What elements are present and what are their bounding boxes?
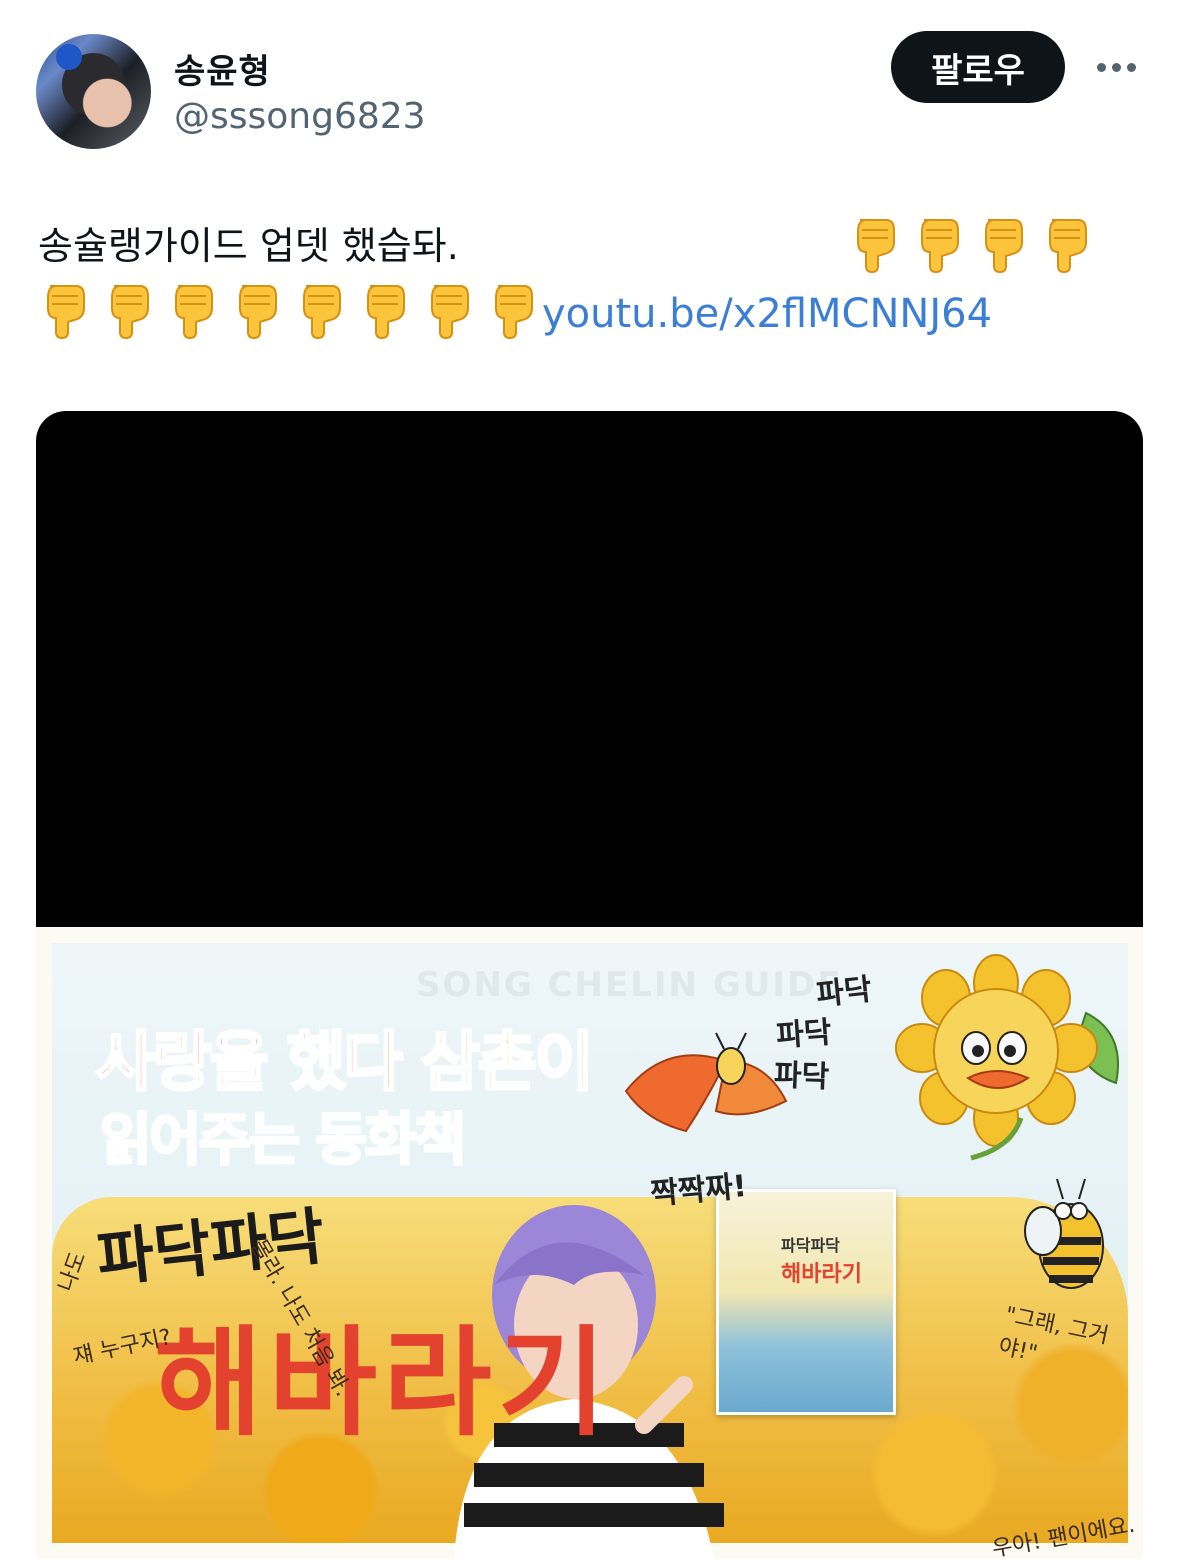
- emoji-row-2: [38, 280, 550, 344]
- user-avatar[interactable]: [36, 34, 151, 149]
- user-handle[interactable]: @sssong6823: [174, 96, 426, 137]
- storybook-cover: 파닥파닥 해바라기: [716, 1189, 896, 1415]
- tweet-header: 송윤형 @sssong6823 팔로우: [0, 0, 1179, 170]
- bee-character: [1024, 1178, 1104, 1289]
- pointing-down-hand-icon: [102, 280, 166, 344]
- pointing-down-hand-icon: [166, 280, 230, 344]
- follow-button[interactable]: 팔로우: [891, 31, 1065, 103]
- pointing-down-hand-icon: [230, 280, 294, 344]
- emoji-row-1: [848, 214, 1104, 278]
- pointing-down-hand-icon: [976, 214, 1040, 278]
- book-cover-title: 파닥파닥 해바라기: [781, 1236, 862, 1287]
- more-options-icon[interactable]: [1092, 55, 1140, 79]
- thumbnail-title-line2: 읽어주는 동화책: [98, 1107, 467, 1175]
- avatar-detail: [56, 44, 82, 70]
- video-thumbnail[interactable]: SONG CHELIN GUIDE 파닥파닥 해바라기 사랑을 했다 삼촌이 읽…: [36, 927, 1143, 1559]
- tweet-text: 송슐랭가이드 업뎃 했습돠.: [38, 224, 459, 268]
- thumbnail-title-line1: 사랑을 했다 삼촌이: [95, 1025, 596, 1102]
- sunflower-character: [895, 954, 1119, 1161]
- pointing-down-hand-icon: [912, 214, 976, 278]
- sfx-text: 파닥: [773, 1058, 830, 1095]
- butterfly-character: [624, 1032, 788, 1133]
- pointing-down-hand-icon: [422, 280, 486, 344]
- story-title: 해바라기: [154, 1314, 613, 1452]
- pointing-down-hand-icon: [848, 214, 912, 278]
- pointing-down-hand-icon: [358, 280, 422, 344]
- pointing-down-hand-icon: [486, 280, 550, 344]
- sfx-text: 파닥: [775, 1015, 833, 1054]
- sfx-text: 짝짝짜!: [648, 1168, 749, 1213]
- video-card[interactable]: SONG CHELIN GUIDE 파닥파닥 해바라기 사랑을 했다 삼촌이 읽…: [36, 411, 1143, 1559]
- video-link[interactable]: youtu.be/x2flMCNNJ64: [542, 282, 992, 346]
- display-name[interactable]: 송윤형: [174, 44, 271, 93]
- sfx-text: 파닥: [814, 972, 874, 1013]
- pointing-down-hand-icon: [294, 280, 358, 344]
- pointing-down-hand-icon: [38, 280, 102, 344]
- channel-watermark: SONG CHELIN GUIDE: [416, 965, 843, 1005]
- pointing-down-hand-icon: [1040, 214, 1104, 278]
